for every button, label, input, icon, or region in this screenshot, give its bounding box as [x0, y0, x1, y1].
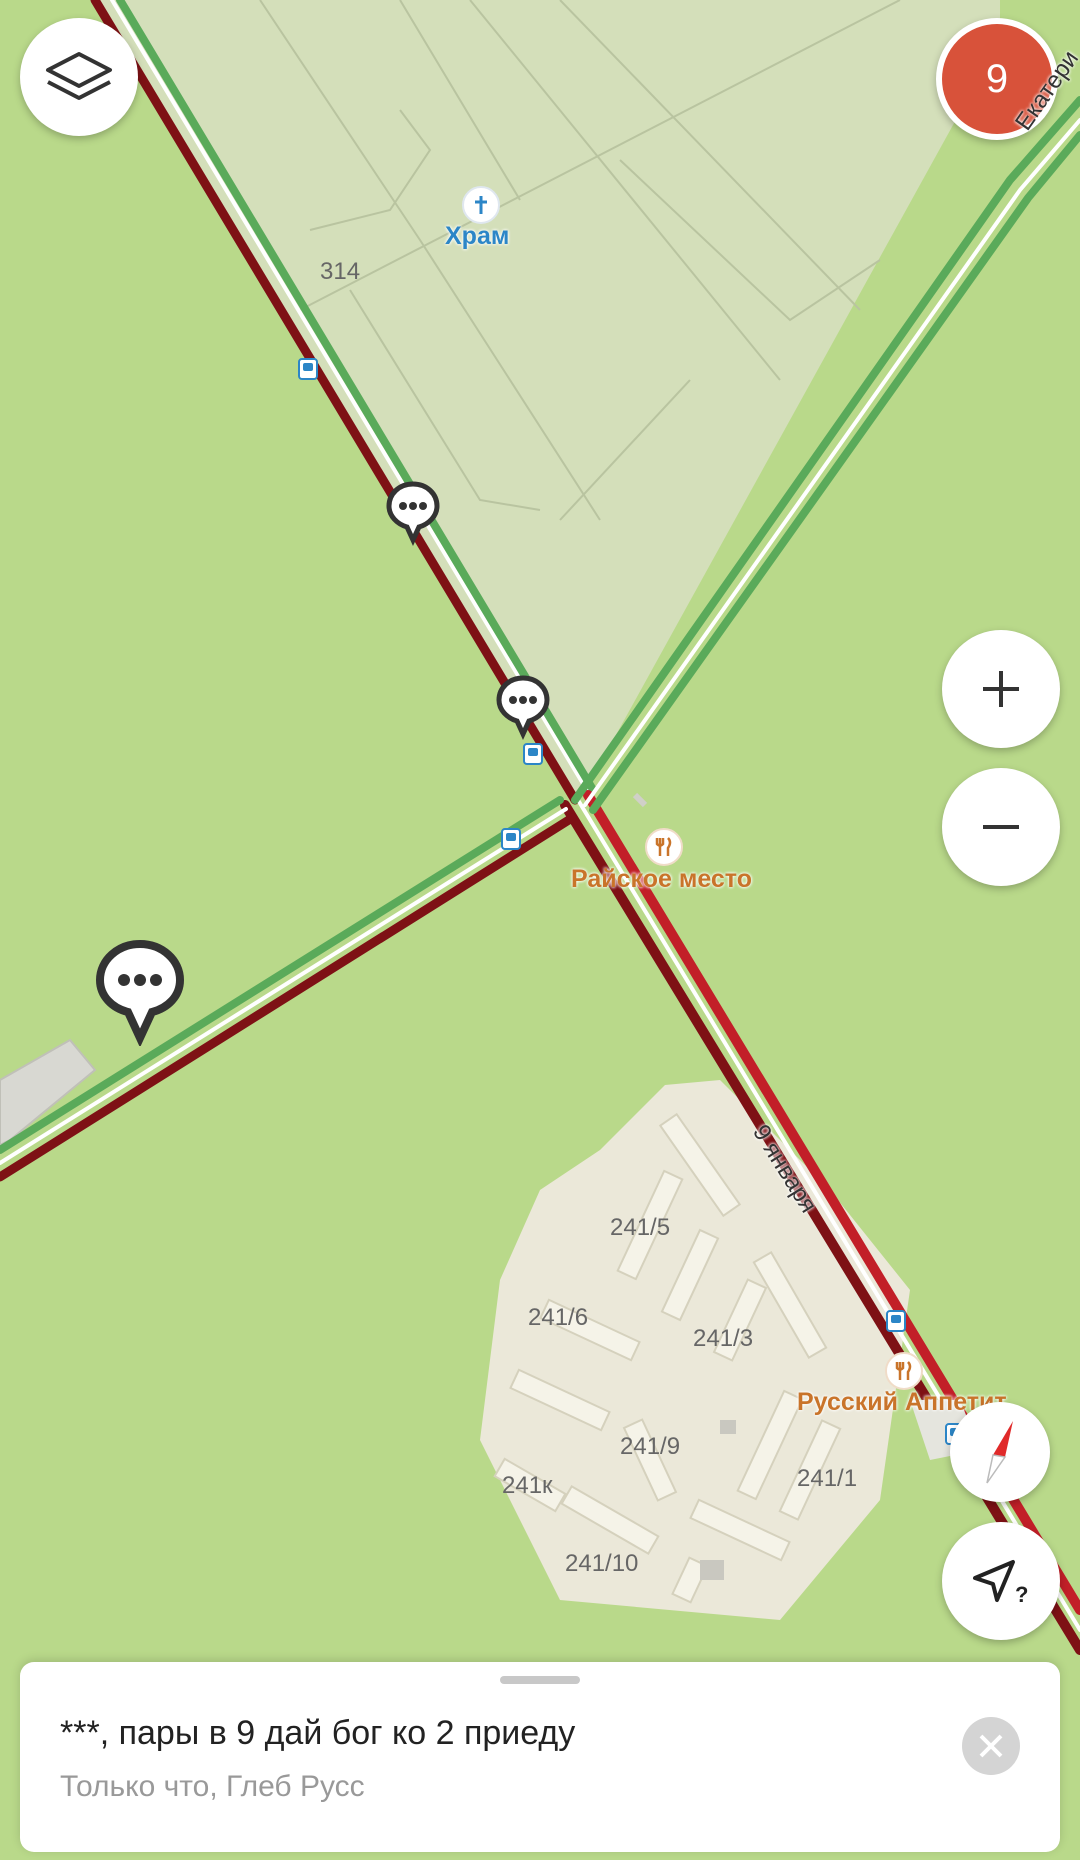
house-number: 314 [320, 258, 361, 285]
house-number: 241/9 [620, 1433, 681, 1460]
house-number: 241/1 [797, 1465, 858, 1492]
close-icon [979, 1734, 1003, 1758]
bus-stop-icon[interactable] [523, 743, 543, 765]
house-number: 241/10 [565, 1550, 639, 1577]
building-gray [700, 1560, 724, 1580]
compass-icon [986, 1421, 1013, 1484]
map-canvas[interactable] [0, 0, 1080, 1860]
locate-button[interactable]: ? [942, 1522, 1060, 1640]
message-text: ***, пары в 9 дай бог ко 2 приеду [60, 1714, 576, 1752]
church-icon[interactable] [462, 186, 500, 224]
layers-icon [46, 52, 112, 100]
house-number: 241/5 [610, 1214, 671, 1241]
compass-button[interactable] [950, 1402, 1050, 1502]
message-meta: Только что, Глеб Русс [60, 1770, 365, 1803]
svg-text:?: ? [1015, 1582, 1028, 1606]
house-number: 241к [502, 1472, 553, 1499]
sheet-handle[interactable] [500, 1676, 580, 1684]
bus-stop-icon[interactable] [298, 358, 318, 380]
bus-stop-icon[interactable] [501, 828, 521, 850]
road-event-chat-icon-selected[interactable] [94, 938, 186, 1051]
poi-label-restaurant[interactable]: Райское место [571, 865, 752, 894]
zoom-in-button[interactable] [942, 630, 1060, 748]
minus-icon [983, 825, 1019, 829]
road-event-chat-icon[interactable] [385, 480, 441, 551]
house-number: 241/6 [528, 1304, 589, 1331]
plus-icon [983, 671, 1019, 707]
traffic-level-value: 9 [985, 56, 1009, 101]
bus-stop-icon[interactable] [886, 1310, 906, 1332]
road-event-chat-icon[interactable] [495, 674, 551, 745]
building-gray-2 [720, 1420, 736, 1434]
map-view[interactable]: 9 Екатери Храм 314 241/5 241/6 241/3 241… [0, 0, 1080, 1860]
poi-label-church[interactable]: Храм [445, 222, 509, 251]
message-sheet[interactable]: ***, пары в 9 дай бог ко 2 приеду Только… [20, 1662, 1060, 1852]
layers-button[interactable] [20, 18, 138, 136]
restaurant-icon[interactable] [645, 828, 683, 866]
house-number: 241/3 [693, 1325, 754, 1352]
restaurant-icon[interactable] [885, 1352, 923, 1390]
close-button[interactable] [962, 1717, 1020, 1775]
locate-question-icon: ? [973, 1560, 1028, 1606]
zoom-out-button[interactable] [942, 768, 1060, 886]
